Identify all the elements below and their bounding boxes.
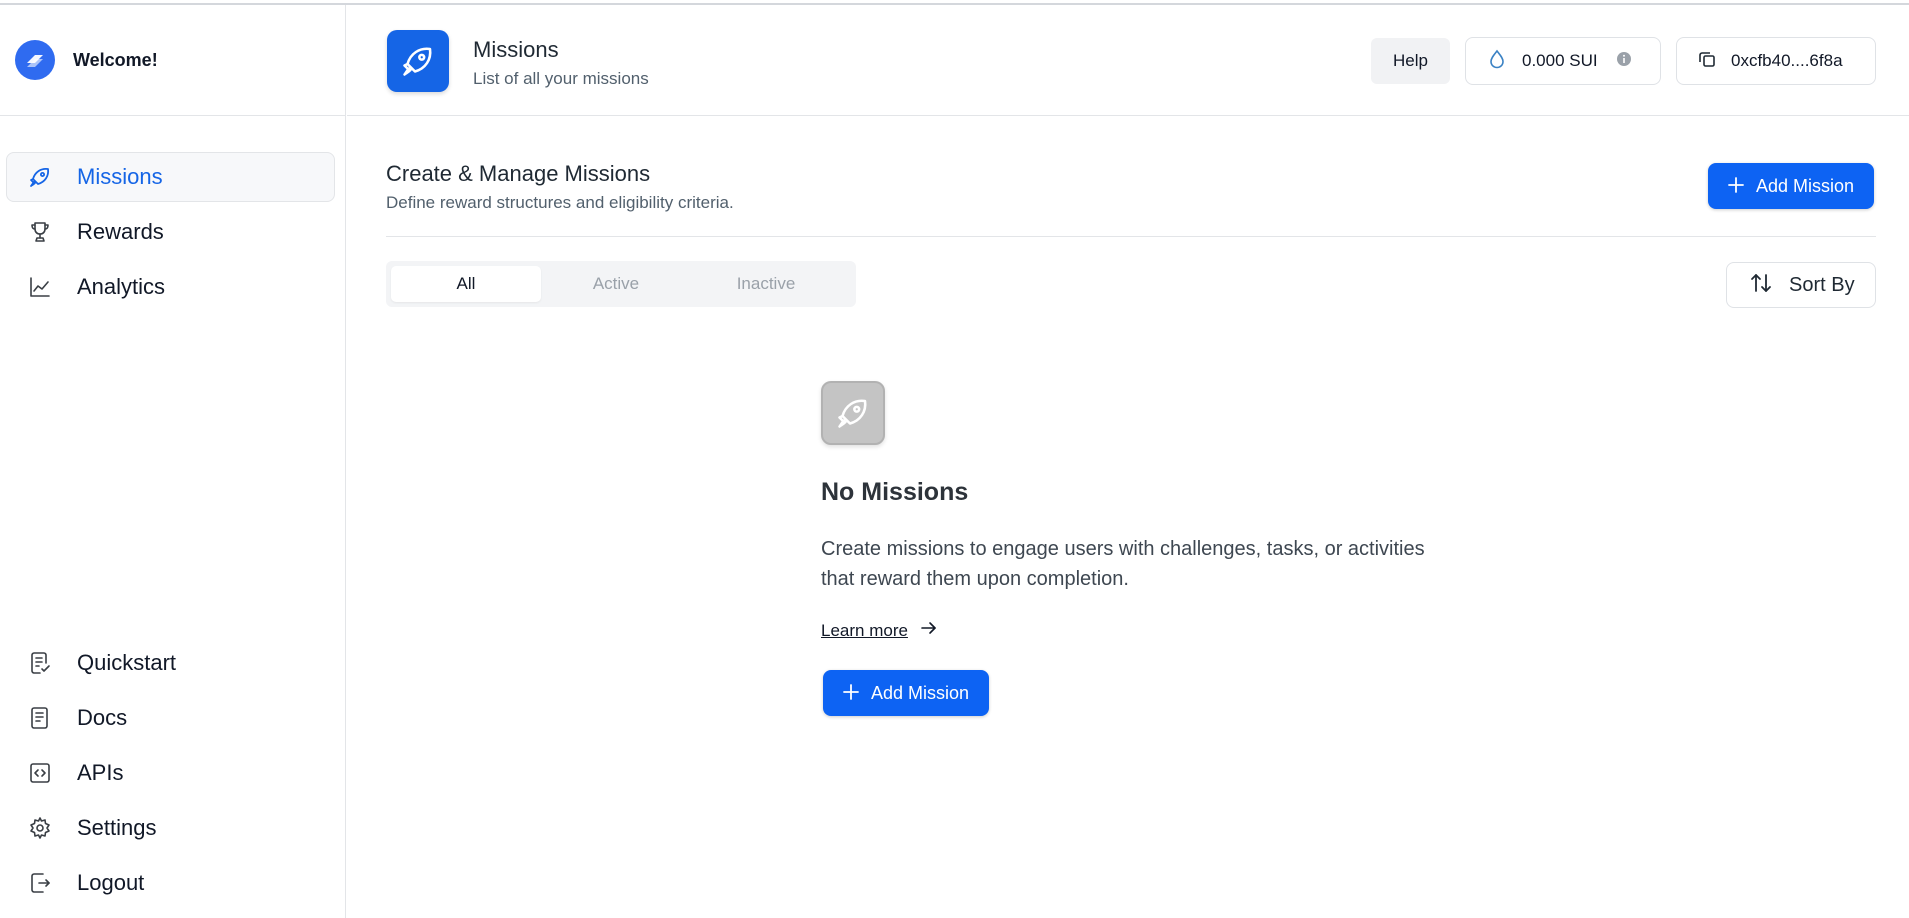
- section-divider: [386, 236, 1876, 237]
- add-mission-empty-button[interactable]: Add Mission: [823, 670, 989, 716]
- plus-icon: [1728, 174, 1744, 198]
- page-subtitle: List of all your missions: [473, 69, 649, 88]
- section-subtitle: Define reward structures and eligibility…: [386, 193, 734, 212]
- add-mission-label: Add Mission: [1755, 175, 1855, 196]
- arrow-right-icon: [920, 620, 938, 641]
- sidebar-item-rewards[interactable]: Rewards: [6, 207, 335, 257]
- wallet-address: 0xcfb40....6f8a: [1731, 51, 1843, 70]
- gear-icon: [27, 815, 53, 841]
- sort-arrows-icon: [1749, 271, 1773, 300]
- sidebar-item-label: Rewards: [77, 219, 164, 244]
- sidebar-item-label: Missions: [77, 164, 163, 189]
- rocket-icon: [821, 381, 885, 445]
- droplet-icon: [1488, 49, 1506, 74]
- logout-icon: [27, 870, 53, 896]
- section-title: Create & Manage Missions: [386, 161, 651, 186]
- learn-more-link[interactable]: Learn more: [821, 620, 938, 641]
- sort-by-button[interactable]: Sort By: [1726, 262, 1876, 308]
- sidebar-item-label: APIs: [77, 760, 124, 785]
- brand-title: Welcome!: [73, 49, 158, 70]
- sidebar-item-label: Quickstart: [77, 650, 177, 675]
- add-mission-label: Add Mission: [870, 682, 970, 703]
- add-mission-button[interactable]: Add Mission: [1708, 163, 1874, 209]
- sidebar-item-analytics[interactable]: Analytics: [6, 262, 335, 312]
- sidebar-item-label: Logout: [77, 870, 145, 895]
- balance-display[interactable]: 0.000 SUI: [1465, 37, 1661, 85]
- sidebar-item-logout[interactable]: Logout: [6, 858, 335, 908]
- sidebar-nav-secondary: Quickstart Docs APIs Settings Logout: [6, 638, 335, 913]
- rocket-icon: [387, 30, 449, 92]
- sidebar-item-label: Settings: [77, 815, 157, 840]
- brand-logo-icon: [15, 40, 55, 80]
- code-icon: [27, 760, 53, 786]
- trophy-icon: [27, 219, 53, 245]
- sidebar-item-label: Docs: [77, 705, 128, 730]
- sort-by-label: Sort By: [1789, 273, 1855, 296]
- brand-area: Welcome!: [0, 5, 345, 116]
- learn-more-label: Learn more: [821, 620, 908, 640]
- balance-value: 0.000 SUI: [1522, 51, 1598, 70]
- sidebar-item-label: Analytics: [77, 274, 166, 299]
- document-icon: [27, 705, 53, 731]
- sidebar-item-missions[interactable]: Missions: [6, 152, 335, 202]
- help-button[interactable]: Help: [1371, 38, 1450, 84]
- plus-icon: [843, 681, 859, 705]
- page-header: Missions List of all your missions Help …: [347, 5, 1909, 116]
- sidebar-item-docs[interactable]: Docs: [6, 693, 335, 743]
- info-icon[interactable]: [1616, 51, 1632, 72]
- sidebar-item-settings[interactable]: Settings: [6, 803, 335, 853]
- tab-all[interactable]: All: [391, 266, 541, 302]
- sidebar-item-quickstart[interactable]: Quickstart: [6, 638, 335, 688]
- mission-filter-tabs: All Active Inactive: [386, 261, 856, 307]
- tab-inactive[interactable]: Inactive: [691, 266, 841, 302]
- tab-active[interactable]: Active: [541, 266, 691, 302]
- sidebar: Welcome! Missions Rewards Analytics Quic…: [0, 5, 346, 918]
- empty-state-title: No Missions: [821, 478, 969, 506]
- chart-line-icon: [27, 274, 53, 300]
- sidebar-item-apis[interactable]: APIs: [6, 748, 335, 798]
- wallet-address-button[interactable]: 0xcfb40....6f8a: [1676, 37, 1876, 85]
- rocket-icon: [27, 164, 53, 190]
- copy-icon: [1697, 49, 1717, 74]
- checklist-icon: [27, 650, 53, 676]
- empty-state-description: Create missions to engage users with cha…: [821, 538, 1425, 590]
- sidebar-nav-primary: Missions Rewards Analytics: [6, 152, 335, 317]
- page-title: Missions: [473, 37, 559, 62]
